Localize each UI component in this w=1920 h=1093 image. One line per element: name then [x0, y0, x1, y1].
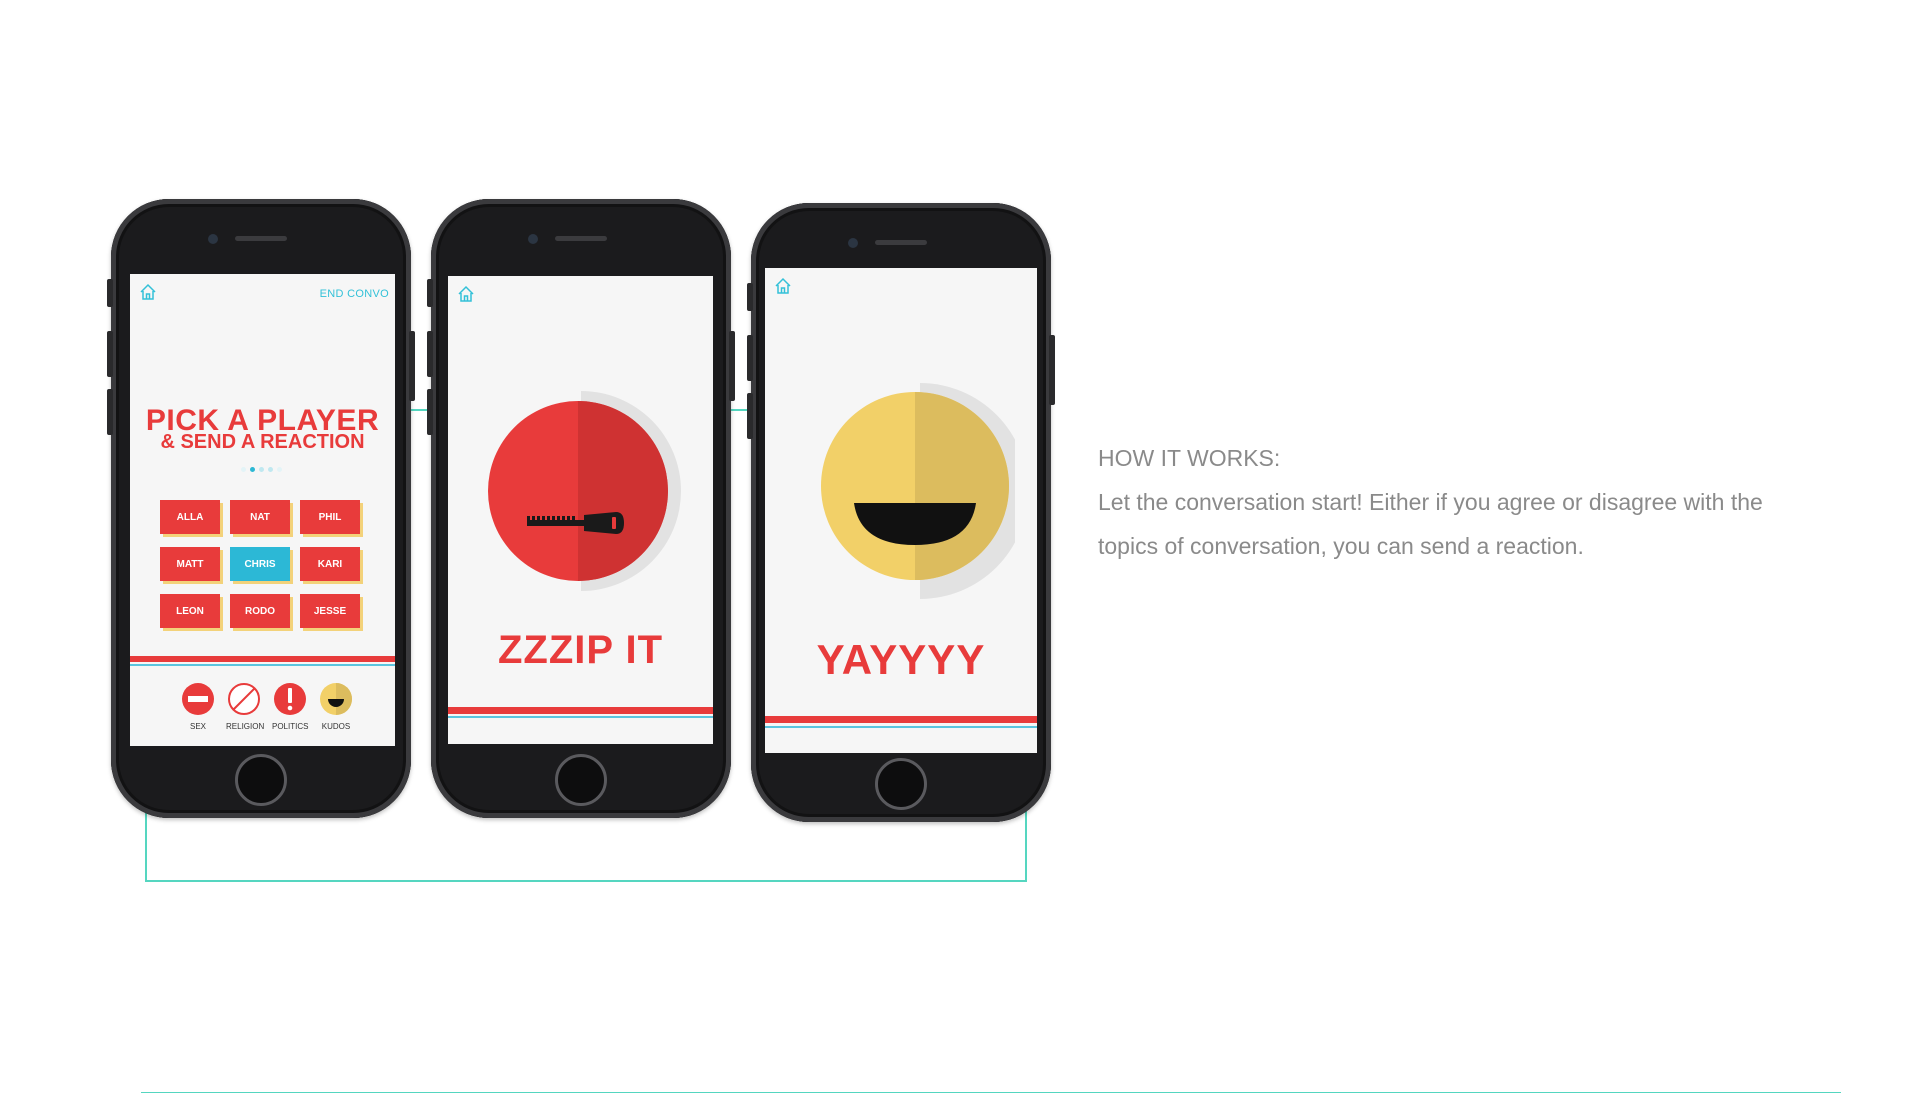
phone-side-button — [747, 393, 753, 439]
speaker-grille — [235, 236, 287, 241]
phone-side-button — [747, 335, 753, 381]
reaction-kudos[interactable]: KUDOS — [318, 682, 354, 731]
phone-side-button — [107, 279, 113, 307]
phone-side-button — [1049, 335, 1055, 405]
reaction-label: RELIGION — [226, 722, 265, 731]
screen-yayyyy: YAYYYY — [765, 268, 1037, 753]
page-dot — [277, 467, 282, 472]
home-button[interactable] — [875, 758, 927, 810]
player-button-rodo[interactable]: RODO — [230, 594, 290, 628]
end-convo-link[interactable]: END CONVO — [320, 288, 389, 300]
home-icon[interactable] — [457, 285, 475, 303]
how-it-works-text-line1: Let the conversation start! Either if yo… — [1098, 489, 1763, 515]
page-dot — [268, 467, 273, 472]
phone-side-button — [107, 389, 113, 435]
screen-pick-player: END CONVO PICK A PLAYER & SEND A REACTIO… — [130, 274, 395, 746]
phone-side-button — [729, 331, 735, 401]
how-it-works-text-line2: topics of conversation, you can send a r… — [1098, 533, 1584, 559]
red-stripe — [448, 707, 713, 714]
phone-side-button — [427, 279, 433, 307]
blue-stripe — [765, 726, 1037, 728]
phone-yayyyy: YAYYYY — [747, 203, 1055, 822]
phone-side-button — [409, 331, 415, 401]
zipper-face-icon — [488, 391, 681, 591]
phone-pick-player: END CONVO PICK A PLAYER & SEND A REACTIO… — [107, 199, 415, 818]
camera-icon — [528, 234, 538, 244]
phone-side-button — [427, 331, 433, 377]
page-dot — [241, 467, 246, 472]
home-button[interactable] — [555, 754, 607, 806]
reaction-bar-items: SEX RELIGION POLITICS KUDOS — [180, 682, 354, 731]
reaction-title: YAYYYY — [816, 636, 986, 683]
phone-zzzip-it: ZZZIP IT — [427, 199, 735, 818]
red-stripe — [765, 716, 1037, 723]
prohibited-icon — [228, 683, 260, 715]
phone-side-button — [107, 331, 113, 377]
screen-zzzip-it: ZZZIP IT — [448, 276, 713, 744]
reaction-religion[interactable]: RELIGION — [226, 682, 265, 731]
home-icon[interactable] — [774, 277, 792, 295]
camera-icon — [848, 238, 858, 248]
player-button-jesse[interactable]: JESSE — [300, 594, 360, 628]
home-icon[interactable] — [139, 283, 157, 301]
player-button-matt[interactable]: MATT — [160, 547, 220, 581]
reaction-sex[interactable]: SEX — [180, 682, 216, 731]
reaction-title: ZZZIP IT — [497, 628, 664, 672]
exclamation-icon — [274, 683, 306, 715]
page-dot — [259, 467, 264, 472]
how-it-works: HOW IT WORKS: Let the conversation start… — [1098, 436, 1763, 568]
smile-icon — [320, 683, 352, 715]
reaction-label: KUDOS — [321, 722, 351, 731]
player-button-phil[interactable]: PHIL — [300, 500, 360, 534]
reaction-label: POLITICS — [272, 722, 309, 731]
page-dot-active — [250, 467, 255, 472]
how-it-works-heading: HOW IT WORKS: — [1098, 445, 1281, 471]
reaction-label: SEX — [189, 722, 206, 731]
no-entry-icon — [182, 683, 214, 715]
player-button-chris[interactable]: CHRIS — [230, 547, 290, 581]
phone-side-button — [747, 283, 753, 311]
send-reaction-subtitle: & SEND A REACTION — [160, 431, 365, 453]
speaker-grille — [555, 236, 607, 241]
home-button[interactable] — [235, 754, 287, 806]
reaction-politics[interactable]: POLITICS — [272, 682, 308, 731]
phone-side-button — [427, 389, 433, 435]
player-button-nat[interactable]: NAT — [230, 500, 290, 534]
red-stripe — [130, 656, 395, 662]
camera-icon — [208, 234, 218, 244]
speaker-grille — [875, 240, 927, 245]
big-smile-icon — [821, 383, 1015, 599]
player-grid: ALLA NAT PHIL MATT CHRIS KARI LEON RODO … — [160, 500, 360, 628]
page-indicator — [241, 467, 282, 472]
player-button-leon[interactable]: LEON — [160, 594, 220, 628]
player-button-alla[interactable]: ALLA — [160, 500, 220, 534]
player-button-kari[interactable]: KARI — [300, 547, 360, 581]
blue-stripe — [448, 716, 713, 718]
